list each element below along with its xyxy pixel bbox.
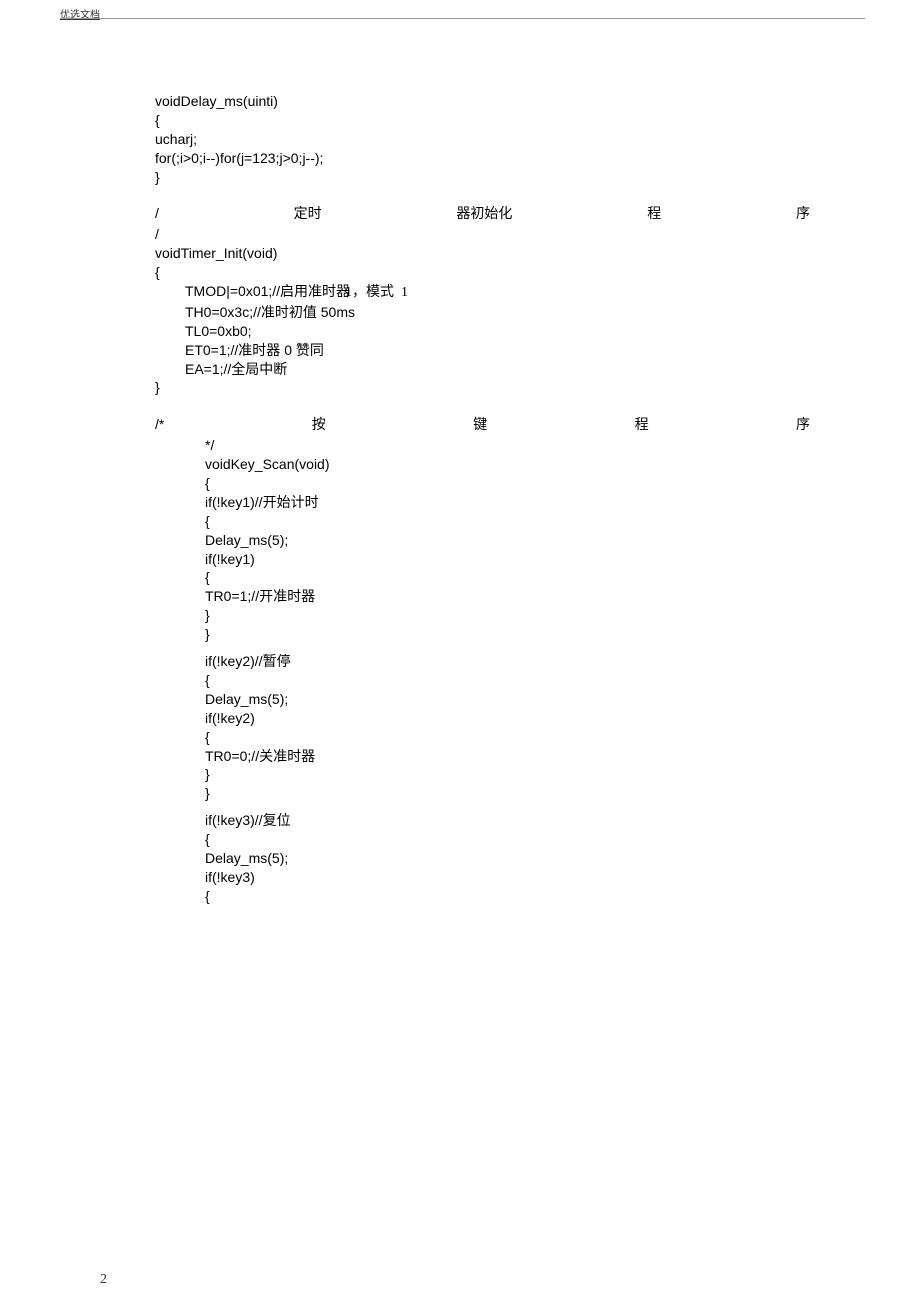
code-line: if(!key2) <box>155 709 810 728</box>
code-line: TH0=0x3c;//准时初值 50ms <box>155 303 810 322</box>
code-line: } <box>155 168 810 187</box>
comment-close: */ <box>155 436 810 455</box>
code-line: { <box>155 671 810 690</box>
code-line: { <box>155 512 810 531</box>
code-line: if(!key3) <box>155 868 810 887</box>
code-line: TR0=0;//关准时器 <box>155 747 810 766</box>
comment-text: 定时 <box>294 206 322 225</box>
comment-slash: / <box>155 204 159 223</box>
code-text: TMOD|=0x01;//启用准时器 <box>185 282 365 301</box>
code-line: } <box>155 606 810 625</box>
code-line: { <box>155 830 810 849</box>
delay-function: voidDelay_ms(uinti) { ucharj; for(;i>0;i… <box>155 92 810 186</box>
page-number: 2 <box>100 1272 107 1288</box>
code-line: if(!key2)//暂停 <box>155 652 810 671</box>
code-line: { <box>155 568 810 587</box>
code-line: } <box>155 378 810 397</box>
code-line: } <box>155 784 810 803</box>
code-line: if(!key1) <box>155 550 810 569</box>
code-line: { <box>155 474 810 493</box>
key-comment: /* 按 键 程 序 */ <box>155 415 810 455</box>
timer-function: voidTimer_Init(void) { TMOD|=0x01;//启用准时… <box>155 244 810 397</box>
code-line: ucharj; <box>155 130 810 149</box>
code-line: ET0=1;//准时器 0 赞同 <box>155 341 810 360</box>
comment-text: 序 <box>796 206 810 225</box>
code-line: } <box>155 765 810 784</box>
code-line: if(!key3)//复位 <box>155 811 810 830</box>
code-line: Delay_ms(5); <box>155 849 810 868</box>
comment-text: 器初始化 <box>456 206 512 225</box>
code-line: { <box>155 728 810 747</box>
comment-text: 序 <box>796 417 810 436</box>
code-line: } <box>155 625 810 644</box>
comment-open: /* <box>155 415 164 434</box>
code-line: Delay_ms(5); <box>155 531 810 550</box>
comment-text: 键 <box>473 417 487 436</box>
code-line: { <box>155 111 810 130</box>
code-line: EA=1;//全局中断 <box>155 360 810 379</box>
code-line: voidDelay_ms(uinti) <box>155 92 810 111</box>
comment-text: 程 <box>635 417 649 436</box>
key-function: voidKey_Scan(void) { if(!key1)//开始计时 { D… <box>155 455 810 905</box>
comment-text: 按 <box>312 417 326 436</box>
code-line: for(;i>0;i--)for(j=123;j>0;j--); <box>155 149 810 168</box>
comment-slash: / <box>155 225 810 244</box>
code-text: 1，模式 1 <box>345 284 408 303</box>
header-divider <box>60 18 865 19</box>
code-line: TMOD|=0x01;//启用准时器 1，模式 1 <box>155 282 810 303</box>
code-line: TR0=1;//开准时器 <box>155 587 810 606</box>
code-line: { <box>155 887 810 906</box>
code-line: Delay_ms(5); <box>155 690 810 709</box>
timer-comment: / 定时 器初始化 程 序 / <box>155 204 810 244</box>
code-line: TL0=0xb0; <box>155 322 810 341</box>
comment-text: 程 <box>647 206 661 225</box>
code-line: if(!key1)//开始计时 <box>155 493 810 512</box>
code-content: voidDelay_ms(uinti) { ucharj; for(;i>0;i… <box>155 92 810 924</box>
code-line: voidKey_Scan(void) <box>155 455 810 474</box>
code-line: { <box>155 263 810 282</box>
code-line: voidTimer_Init(void) <box>155 244 810 263</box>
